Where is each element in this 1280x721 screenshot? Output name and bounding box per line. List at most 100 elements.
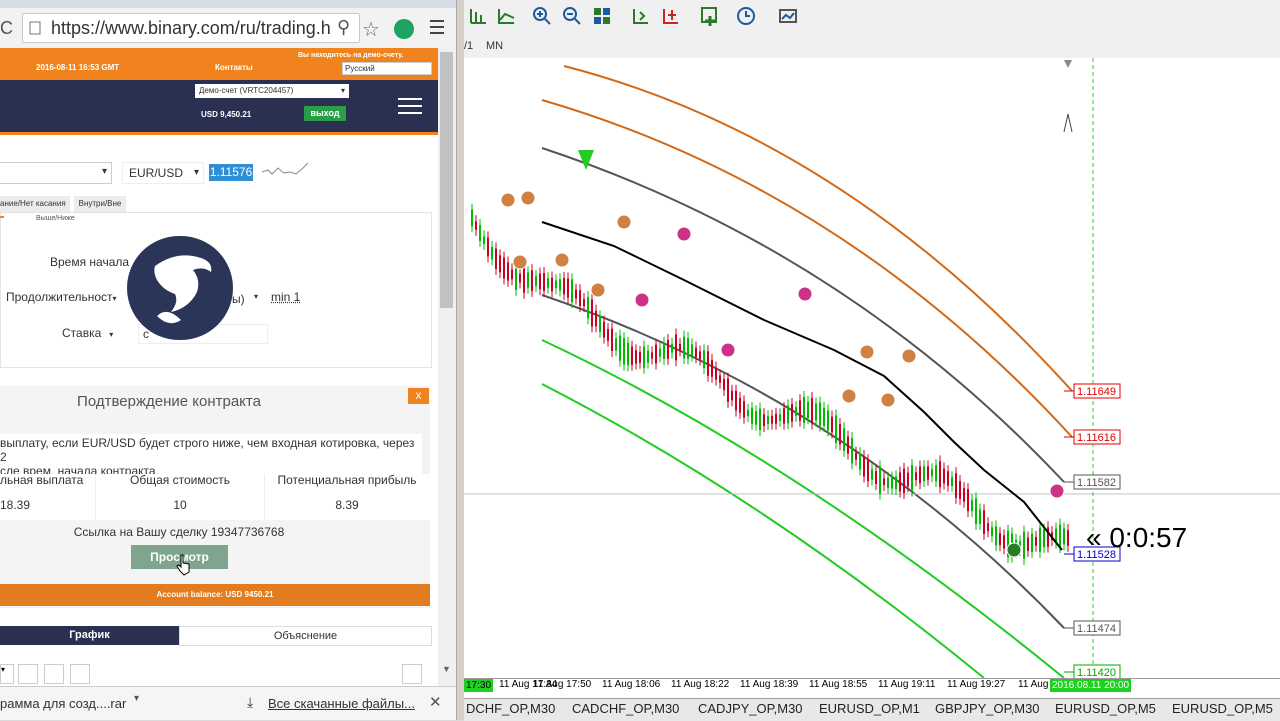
candle-body	[1043, 529, 1045, 548]
scroll-down-icon[interactable]: ▼	[442, 664, 451, 674]
market-select[interactable]: ▾	[0, 162, 112, 184]
language-select[interactable]: Русский	[342, 62, 432, 75]
address-bar[interactable]: https://www.binary.com/ru/trading.h ⚲	[22, 13, 360, 43]
all-downloads-link[interactable]: Все скачанные файлы...	[268, 696, 415, 711]
candle-body	[879, 466, 881, 494]
candle-body	[855, 452, 857, 460]
chart-shift-icon[interactable]	[630, 6, 652, 28]
logout-button[interactable]: выход	[304, 106, 346, 121]
chart-tab[interactable]: EURUSD_OP,M1	[819, 701, 920, 719]
zoom-in-icon[interactable]	[532, 6, 554, 28]
star-icon[interactable]: ☆	[362, 17, 380, 42]
duration-unit-arrow-icon[interactable]: ▾	[254, 292, 258, 301]
scrollbar-thumb[interactable]	[440, 52, 453, 308]
hamburger-icon[interactable]	[398, 98, 422, 114]
candle-body	[559, 279, 561, 291]
candle-body	[591, 299, 593, 327]
price-chart[interactable]: 1.11649 1.11616 1.11582 1.11528 1.11474 1.114…	[464, 58, 1280, 678]
stake-select[interactable]: Ставка ▾	[62, 326, 124, 342]
top-info-bar: 2016-08-11 16:53 GMT Контакты Вы находит…	[0, 48, 438, 80]
candle-body	[807, 401, 809, 419]
candle-body	[843, 428, 845, 451]
chart-tab-active[interactable]: EURUSD_OP,M5	[1055, 701, 1156, 719]
candle-body	[891, 477, 893, 489]
candle-body	[1039, 527, 1041, 552]
candle-body	[691, 344, 693, 356]
candle-body	[667, 339, 669, 359]
templates-icon[interactable]	[778, 6, 800, 28]
candle-body	[483, 236, 485, 245]
chart-tool-select[interactable]: ▾	[0, 664, 14, 684]
tab-chart[interactable]: График	[0, 626, 179, 645]
zoom-out-icon[interactable]	[562, 6, 584, 28]
account-value: Демо-счет (VRTC204457)	[199, 86, 294, 95]
candle-body	[959, 481, 961, 499]
candle-body	[995, 526, 997, 546]
chart-tool-button[interactable]	[18, 664, 38, 684]
candle-body	[1067, 530, 1069, 546]
tab-touch[interactable]: ание/Нет касания	[0, 196, 70, 212]
chart-tab[interactable]: CADJPY_OP,M30	[698, 701, 803, 719]
subtab-higher-lower[interactable]: Выше/Ниже	[36, 215, 75, 222]
tab-explanation[interactable]: Объяснение	[179, 626, 432, 646]
reload-icon[interactable]: C	[0, 18, 13, 39]
candle-body	[967, 489, 969, 512]
candle-body	[699, 351, 701, 360]
line-chart-icon[interactable]	[496, 6, 518, 28]
candle-body	[651, 352, 653, 359]
browser-window: C https://www.binary.com/ru/trading.h ⚲ …	[0, 0, 464, 720]
symbol-select[interactable]: EUR/USD ▾	[122, 162, 204, 184]
tab-in-out[interactable]: Внутри/Вне	[74, 196, 126, 212]
chart-tab[interactable]: EURUSD_OP,M5	[1172, 701, 1273, 719]
confirm-title: Подтверждение контракта	[77, 393, 261, 410]
download-file[interactable]: рамма для созд....rar	[0, 696, 126, 711]
account-select[interactable]: Демо-счет (VRTC204457) ▾	[195, 84, 349, 98]
deal-link[interactable]: Ссылка на Вашу сделку 19347736768	[0, 525, 358, 539]
candle-body	[871, 469, 873, 480]
close-icon[interactable]: ✕	[429, 693, 442, 711]
chart-tab[interactable]: CADCHF_OP,M30	[572, 701, 679, 719]
download-options-icon[interactable]: ▾	[134, 693, 139, 704]
close-confirm-button[interactable]: x	[408, 388, 429, 404]
search-icon[interactable]: ⚲	[337, 17, 350, 38]
candle-body	[575, 289, 577, 299]
chart-tool-button[interactable]	[44, 664, 64, 684]
candle-body	[1023, 531, 1025, 559]
candle-body	[639, 352, 641, 363]
candle-body	[687, 338, 689, 359]
balance: USD 9,450.21	[201, 110, 252, 119]
chart-tool-button[interactable]	[70, 664, 90, 684]
potential-profit-label: Потенциальная прибыль	[277, 473, 417, 487]
duration-select[interactable]: Продолжительност▾	[6, 290, 124, 306]
periods-icon[interactable]	[736, 6, 758, 28]
bull-icon	[154, 255, 212, 324]
page-scrollbar[interactable]: ▼	[438, 48, 456, 688]
candle-body	[663, 342, 665, 359]
symbol-value: EUR/USD	[129, 166, 184, 180]
candle-body	[955, 473, 957, 498]
candle-body	[567, 278, 569, 298]
timeframe-w1[interactable]: /1	[464, 40, 473, 52]
indicators-icon[interactable]	[700, 6, 722, 28]
chart-tab[interactable]: DCHF_OP,M30	[466, 701, 555, 719]
tile-windows-icon[interactable]	[592, 6, 614, 28]
autoscroll-icon[interactable]	[660, 6, 682, 28]
duration-min[interactable]: min 1	[271, 290, 300, 304]
extension-icon[interactable]	[394, 19, 414, 39]
bar-chart-icon[interactable]	[468, 6, 490, 28]
candle-body	[935, 465, 937, 482]
menu-icon[interactable]	[430, 20, 444, 34]
candle-body	[727, 378, 729, 402]
chart-expand-icon[interactable]	[402, 664, 422, 684]
candle-body	[851, 437, 853, 464]
time-axis: 17:30 11 Aug 17:34 11 Aug 17:50 11 Aug 1…	[464, 678, 1280, 699]
candle-body	[831, 416, 833, 433]
scroll-marker-icon	[1064, 60, 1072, 68]
contacts-link[interactable]: Контакты	[215, 63, 253, 72]
candle-body	[583, 299, 585, 307]
buy-arrow-icon	[578, 150, 594, 170]
chart-tab[interactable]: GBPJPY_OP,M30	[935, 701, 1040, 719]
candle-body	[539, 273, 541, 290]
timeframe-mn[interactable]: MN	[486, 40, 503, 52]
candle-body	[659, 348, 661, 357]
